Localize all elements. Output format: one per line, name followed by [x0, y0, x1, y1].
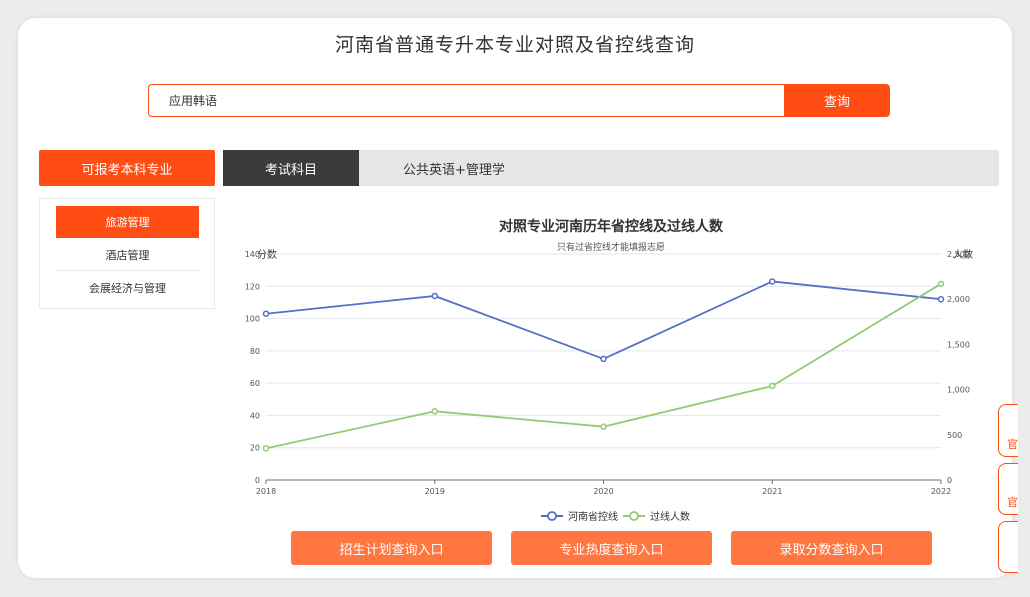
legend-marker-1 [547, 511, 557, 521]
left-tick-label: 80 [250, 347, 260, 356]
side-float-glyph-1: 官 [1007, 438, 1018, 451]
data-point [937, 295, 945, 303]
left-tick-label: 20 [250, 444, 260, 453]
right-tick-label: 2,000 [947, 295, 970, 304]
major-item-exhibition[interactable]: 会展经济与管理 [56, 272, 199, 304]
main-card: 河南省普通专升本专业对照及省控线查询 查询 可报考本科专业 旅游管理 酒店管理 … [18, 18, 1012, 578]
tab-exam-subjects[interactable]: 考试科目 [223, 150, 359, 186]
page-title: 河南省普通专升本专业对照及省控线查询 [334, 34, 695, 56]
right-tick-label: 1,000 [947, 386, 970, 395]
side-float-glyph-2: 官 [1007, 496, 1018, 509]
data-point [769, 278, 776, 285]
legend-marker-2 [629, 511, 639, 521]
chart-title: 对照专业河南历年省控线及过线人数 [499, 218, 724, 235]
left-tick-label: 60 [250, 379, 260, 388]
left-tick-label: 40 [250, 411, 260, 420]
series-line-1 [265, 280, 942, 360]
exam-subjects-value: 公共英语+管理学 [403, 162, 505, 178]
data-point [431, 292, 438, 300]
data-point [262, 310, 270, 317]
data-point [937, 280, 945, 288]
side-float-tab-1[interactable]: 官 [998, 404, 1018, 457]
left-tick-label: 100 [245, 315, 260, 324]
search-button[interactable]: 查询 [784, 84, 890, 117]
score-line-chart: 对照专业河南历年省控线及过线人数只有过省控线才能填报志愿分数 人数02040608… [245, 218, 973, 523]
data-point [600, 355, 607, 363]
x-tick-label: 2019 [425, 487, 445, 496]
data-point [262, 445, 270, 452]
admission-score-button[interactable]: 录取分数查询入口 [731, 531, 932, 565]
major-item-tourism[interactable]: 旅游管理 [56, 206, 199, 238]
data-point [769, 382, 776, 390]
left-tick-label: 140 [245, 250, 260, 259]
right-tick-label: 0 [947, 476, 952, 485]
search-input[interactable] [148, 84, 784, 117]
majors-list: 旅游管理 酒店管理 会展经济与管理 [39, 198, 215, 309]
data-point [431, 408, 438, 415]
x-tick-label: 2022 [931, 487, 951, 496]
majors-header: 可报考本科专业 [39, 150, 215, 186]
chart-subtitle: 只有过省控线才能填报志愿 [557, 241, 665, 253]
left-tick-label: 120 [245, 282, 260, 291]
data-point [600, 423, 607, 430]
right-tick-label: 2,500 [947, 250, 970, 259]
side-float-tab-3[interactable] [998, 521, 1018, 573]
major-popularity-button[interactable]: 专业热度查询入口 [511, 531, 712, 565]
left-tick-label: 0 [255, 476, 260, 485]
subjects-tab-bar: 考试科目 公共英语+管理学 [223, 150, 999, 186]
right-tick-label: 500 [947, 431, 962, 440]
enrollment-plan-button[interactable]: 招生计划查询入口 [291, 531, 492, 565]
major-item-hotel[interactable]: 酒店管理 [56, 239, 199, 271]
legend-label-1: 河南省控线 [568, 510, 618, 523]
right-tick-label: 1,500 [947, 340, 970, 349]
x-tick-label: 2021 [762, 487, 782, 496]
x-tick-label: 2020 [593, 487, 613, 496]
legend-label-2: 过线人数 [650, 510, 690, 523]
side-float-tab-2[interactable]: 官 [998, 463, 1018, 515]
x-tick-label: 2018 [256, 487, 276, 496]
